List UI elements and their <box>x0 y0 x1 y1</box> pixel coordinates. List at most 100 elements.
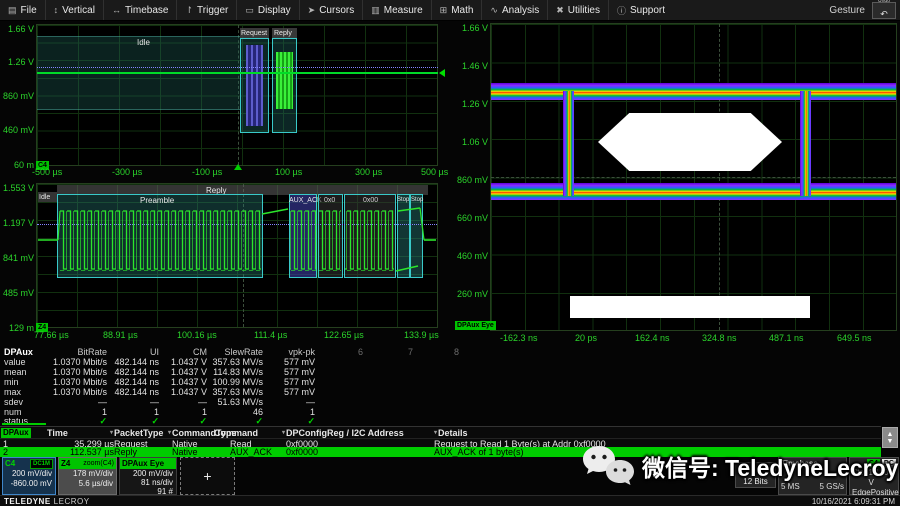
measure-row-label: mean <box>4 367 46 377</box>
measure-cell: 357.63 MV/s <box>207 387 263 397</box>
decode-col-details[interactable]: Details <box>434 428 468 438</box>
decode-row-num: 2 <box>3 447 8 457</box>
decode-cell-packettype: Reply <box>114 447 137 457</box>
scroll-up-icon[interactable] <box>887 431 894 438</box>
support-icon <box>617 4 626 17</box>
menu-display-label: Display <box>258 5 291 16</box>
status-check-icon: ✓ <box>107 416 159 426</box>
panel-c4: 1.66 V 1.26 V 860 mV 460 mV 60 m C4 -500… <box>0 21 451 180</box>
cursors-icon <box>308 5 316 16</box>
eye-ytick: 1.46 V <box>455 62 488 71</box>
undo-icon <box>880 4 888 22</box>
c4-trace-level-marker-icon[interactable] <box>439 69 445 77</box>
eye-xtick: 20 ps <box>575 334 597 343</box>
measure-col-header[interactable]: 8 <box>413 347 459 357</box>
add-trace-button[interactable]: + <box>180 457 235 495</box>
measure-row-label: min <box>4 377 46 387</box>
file-icon <box>8 5 17 16</box>
c4-xtick: 100 µs <box>275 168 302 177</box>
descriptor-c4[interactable]: C4 DC1M 200 mV/div -860.00 mV <box>2 457 56 495</box>
decode-badge[interactable]: DPAux <box>1 428 31 438</box>
decode-cell-details: AUX_ACK of 1 byte(s) <box>434 447 524 457</box>
c4-threshold-line <box>37 67 438 68</box>
menu-support[interactable]: Support <box>609 0 673 20</box>
measure-tab-indicator <box>2 423 46 425</box>
measure-col-header[interactable]: 6 <box>315 347 363 357</box>
measure-cell: 577 mV <box>263 367 315 377</box>
trigger-box[interactable]: C4 DC Stop 1.100 V Edge Positive <box>849 457 899 495</box>
c4-trigger-marker-icon[interactable] <box>234 164 242 170</box>
descriptor-z4[interactable]: Z4 zoom(C4) 178 mV/div 5.6 µs/div <box>58 457 117 495</box>
menu-trigger[interactable]: Trigger <box>177 0 237 20</box>
measure-cell: 1.0437 V <box>159 367 207 377</box>
decode-col-address[interactable]: DPConfigReg / I2C Address <box>282 428 404 438</box>
menu-measure-label: Measure <box>384 5 423 16</box>
measure-cell: 482.144 ns <box>107 377 159 387</box>
timebase-label: Timebase <box>781 459 844 469</box>
c4-request-burst <box>246 45 263 126</box>
measure-cell: — <box>46 397 107 407</box>
decode-col-packettype[interactable]: PacketType <box>110 428 163 438</box>
measure-cell: 577 mV <box>263 377 315 387</box>
menu-bar: File Vertical Timebase Trigger Display C… <box>0 0 900 21</box>
z4-waveform <box>36 183 438 328</box>
eye-center-hcursor <box>491 177 896 178</box>
menu-math[interactable]: Math <box>432 0 483 20</box>
c4-reply-label: Reply <box>274 29 292 38</box>
gesture-label: Gesture <box>829 5 872 16</box>
measure-cell: — <box>107 397 159 407</box>
c4-idle-label: Idle <box>137 38 150 47</box>
add-trace-plus-icon: + <box>203 471 211 481</box>
decode-cell-address: 0xf0000 <box>286 447 318 457</box>
timebase-rate: 5 GS/s <box>820 482 844 492</box>
measure-col-header[interactable]: BitRate <box>46 347 107 357</box>
c4-ytick: 460 mV <box>1 126 34 135</box>
eye-xtick: 487.1 ns <box>769 334 804 343</box>
scroll-down-icon[interactable] <box>887 438 894 445</box>
measure-title[interactable]: DPAux <box>4 347 46 357</box>
eye-xtick: 649.5 ns <box>837 334 872 343</box>
decode-col-command[interactable]: Command <box>214 428 258 438</box>
decode-col-time[interactable]: Time <box>47 428 68 438</box>
measure-col-header[interactable]: 7 <box>363 347 413 357</box>
menu-measure[interactable]: Measure <box>363 0 431 20</box>
measure-col-header[interactable]: SlewRate <box>207 347 263 357</box>
decode-row-selected[interactable]: 2 112.537 µs Reply Native AUX_ACK 0xf000… <box>0 447 881 457</box>
menu-support-label: Support <box>630 5 665 16</box>
eye-low-level-trace <box>491 183 896 200</box>
measure-cell: 357.63 MV/s <box>207 357 263 367</box>
menu-file[interactable]: File <box>0 0 46 20</box>
menu-analysis[interactable]: Analysis <box>482 0 548 20</box>
measure-col-header[interactable]: vpk-pk <box>263 347 315 357</box>
descriptor-c4-name: C4 <box>5 459 15 469</box>
descriptor-eye[interactable]: DPAux Eye 200 mV/div 81 ns/div 91 # <box>119 457 177 495</box>
z4-ytick: 485 mV <box>1 289 34 298</box>
decode-row[interactable]: 1 35.299 µs Request Native Read 0xf0000 … <box>0 438 881 447</box>
acquisition-box[interactable]: 12 Bits <box>735 462 776 488</box>
decode-scrollbar[interactable] <box>882 427 898 448</box>
undo-button[interactable]: Undo <box>872 2 896 19</box>
status-bar: TELEDYNE LECROY 10/16/2021 6:09:31 PM <box>0 495 900 506</box>
menu-cursors[interactable]: Cursors <box>300 0 364 20</box>
timebase-box[interactable]: Timebase 5 MS 5 GS/s <box>778 457 847 495</box>
z4-ytick: 129 m <box>1 324 34 333</box>
vertical-icon <box>54 5 59 15</box>
menu-utilities[interactable]: Utilities <box>548 0 609 20</box>
status-check-icon: ✓ <box>46 416 107 426</box>
descriptor-eye-scale: 200 mV/div <box>120 469 176 478</box>
z4-xtick: 133.9 µs <box>404 331 439 340</box>
measure-cell: 1.0370 Mbit/s <box>46 357 107 367</box>
measure-icon <box>371 5 380 16</box>
menu-display[interactable]: Display <box>237 0 299 20</box>
utilities-icon <box>556 5 564 16</box>
measure-cell: 1.0370 Mbit/s <box>46 377 107 387</box>
menu-vertical[interactable]: Vertical <box>46 0 104 20</box>
trigger-source-badge: C4 <box>867 459 880 468</box>
menu-timebase[interactable]: Timebase <box>104 0 178 20</box>
measure-cell: 1.0437 V <box>159 357 207 367</box>
eye-axis-badge[interactable]: DPAux Eye <box>455 321 496 330</box>
measure-col-header[interactable]: UI <box>107 347 159 357</box>
trigger-mode: Stop <box>852 468 868 488</box>
c4-trace[interactable] <box>37 72 438 74</box>
measure-col-header[interactable]: CM <box>159 347 207 357</box>
